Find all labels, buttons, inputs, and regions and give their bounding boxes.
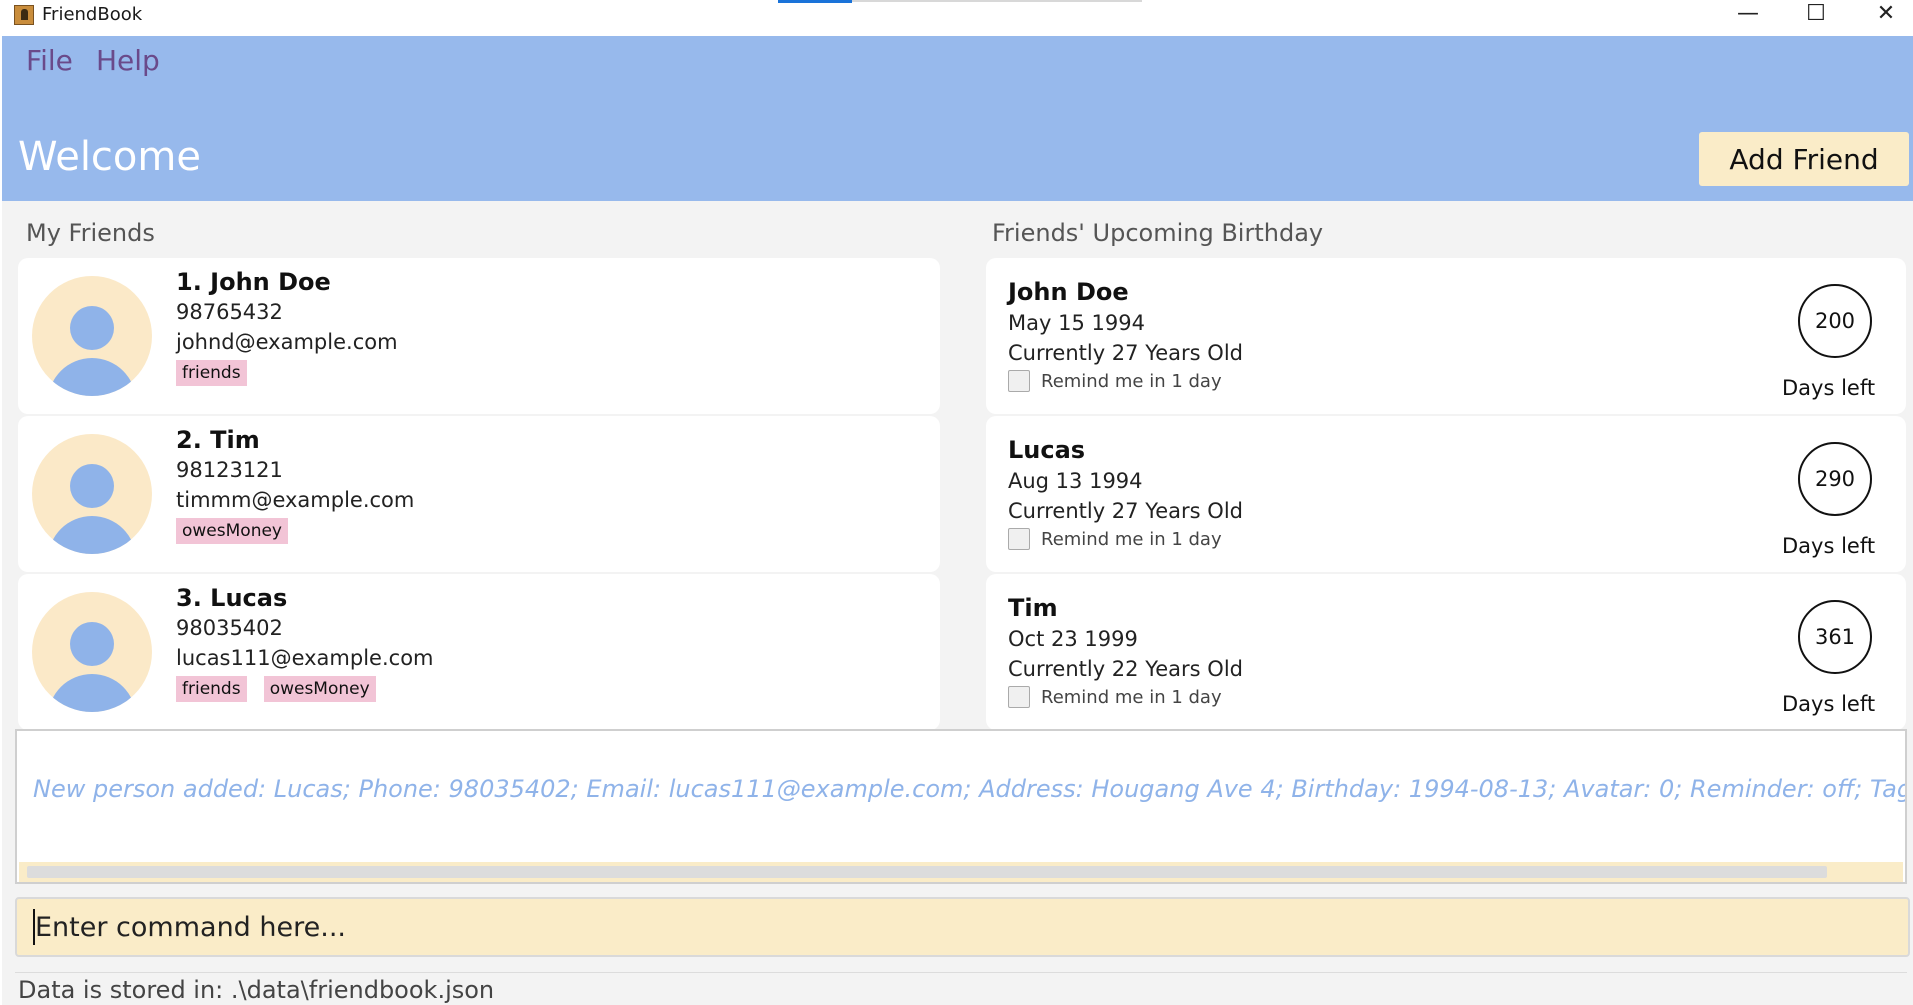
app-icon xyxy=(14,5,34,25)
friend-phone: 98123121 xyxy=(176,458,283,482)
reminder-checkbox[interactable] xyxy=(1008,370,1030,392)
title-bar: FriendBook — ☐ ✕ xyxy=(0,0,1913,36)
add-friend-button[interactable]: Add Friend xyxy=(1699,132,1909,186)
friend-card[interactable]: 1. John Doe 98765432 johnd@example.com f… xyxy=(18,258,940,414)
reminder-label: Remind me in 1 day xyxy=(1041,529,1222,550)
reminder-checkbox[interactable] xyxy=(1008,528,1030,550)
avatar xyxy=(32,434,152,554)
tag-list: friends xyxy=(176,360,259,386)
days-left-label: Days left xyxy=(1782,692,1876,716)
menu-file[interactable]: File xyxy=(26,44,73,77)
birthday-card[interactable]: John Doe May 15 1994 Currently 27 Years … xyxy=(986,258,1906,414)
reminder-label: Remind me in 1 day xyxy=(1041,687,1222,708)
minimize-icon[interactable]: — xyxy=(1714,0,1782,30)
upcoming-birthday-title: Friends' Upcoming Birthday xyxy=(992,219,1324,247)
tag: friends xyxy=(176,360,247,386)
horizontal-scrollbar[interactable] xyxy=(19,862,1903,882)
friend-name: 2. Tim xyxy=(176,426,260,454)
status-divider xyxy=(15,972,1907,973)
text-caret xyxy=(33,909,35,945)
header: File Help Welcome Add Friend xyxy=(2,36,1913,201)
birthday-age: Currently 27 Years Old xyxy=(1008,341,1243,365)
result-text: New person added: Lucas; Phone: 98035402… xyxy=(33,775,1905,803)
tag-list: friends owesMoney xyxy=(176,676,388,702)
birthday-date: May 15 1994 xyxy=(1008,311,1145,335)
friend-email: lucas111@example.com xyxy=(176,646,434,670)
status-bar-text: Data is stored in: .\data\friendbook.jso… xyxy=(18,976,495,1004)
reminder-label: Remind me in 1 day xyxy=(1041,371,1222,392)
days-left-label: Days left xyxy=(1782,376,1876,400)
tag: owesMoney xyxy=(176,518,288,544)
welcome-title: Welcome xyxy=(18,134,201,180)
birthday-age: Currently 27 Years Old xyxy=(1008,499,1243,523)
menu-help[interactable]: Help xyxy=(96,44,160,77)
scrollbar-thumb[interactable] xyxy=(27,866,1827,878)
birthday-age: Currently 22 Years Old xyxy=(1008,657,1243,681)
birthday-date: Oct 23 1999 xyxy=(1008,627,1138,651)
my-friends-title: My Friends xyxy=(26,219,155,247)
birthday-name: Tim xyxy=(1008,594,1058,622)
friend-email: johnd@example.com xyxy=(176,330,398,354)
birthday-name: John Doe xyxy=(1008,278,1129,306)
friend-card[interactable]: 2. Tim 98123121 timmm@example.com owesMo… xyxy=(18,416,940,572)
birthday-card[interactable]: Tim Oct 23 1999 Currently 22 Years Old R… xyxy=(986,574,1906,730)
reminder-checkbox[interactable] xyxy=(1008,686,1030,708)
avatar xyxy=(32,276,152,396)
friend-phone: 98035402 xyxy=(176,616,283,640)
friend-phone: 98765432 xyxy=(176,300,283,324)
friend-card[interactable]: 3. Lucas 98035402 lucas111@example.com f… xyxy=(18,574,940,730)
birthday-name: Lucas xyxy=(1008,436,1086,464)
maximize-icon[interactable]: ☐ xyxy=(1782,0,1850,30)
friend-name: 3. Lucas xyxy=(176,584,288,612)
tag: friends xyxy=(176,676,247,702)
birthday-date: Aug 13 1994 xyxy=(1008,469,1143,493)
command-input[interactable] xyxy=(15,897,1910,957)
result-display[interactable]: New person added: Lucas; Phone: 98035402… xyxy=(15,729,1907,884)
friend-name: 1. John Doe xyxy=(176,268,331,296)
days-left-count: 361 xyxy=(1798,600,1872,674)
close-icon[interactable]: ✕ xyxy=(1852,0,1913,30)
tag-list: owesMoney xyxy=(176,518,300,544)
avatar xyxy=(32,592,152,712)
friend-email: timmm@example.com xyxy=(176,488,415,512)
title-accent-track xyxy=(852,0,1142,2)
tag: owesMoney xyxy=(263,676,376,702)
title-accent xyxy=(778,0,852,3)
main-panel: My Friends Friends' Upcoming Birthday 1.… xyxy=(2,201,1913,1005)
window-title: FriendBook xyxy=(42,4,143,25)
birthday-card[interactable]: Lucas Aug 13 1994 Currently 27 Years Old… xyxy=(986,416,1906,572)
days-left-count: 290 xyxy=(1798,442,1872,516)
days-left-label: Days left xyxy=(1782,534,1876,558)
days-left-count: 200 xyxy=(1798,284,1872,358)
